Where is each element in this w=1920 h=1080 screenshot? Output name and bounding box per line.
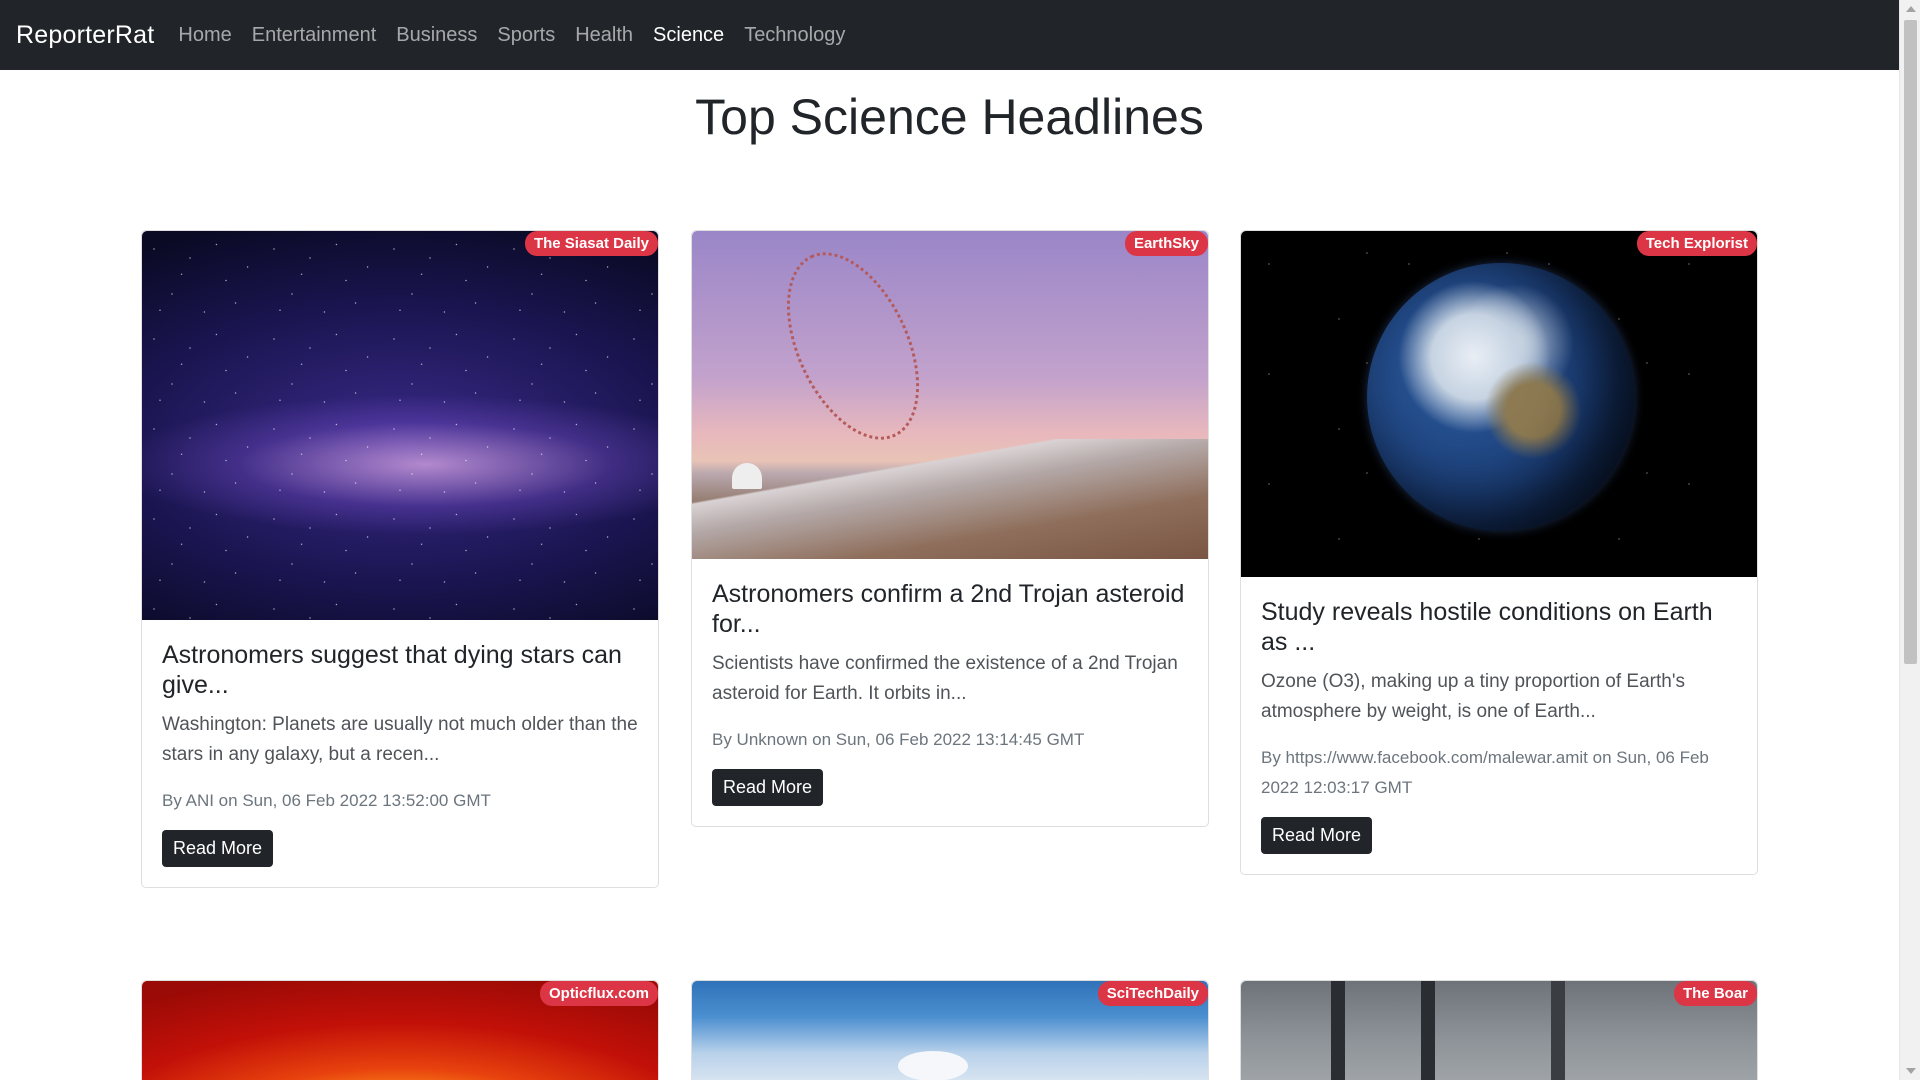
card-title: Astronomers confirm a 2nd Trojan asteroi…	[712, 580, 1185, 638]
clouds-mountain-image: SciTechDaily	[692, 981, 1208, 1080]
scroll-down-arrow-icon[interactable]	[1906, 1068, 1916, 1074]
scroll-up-arrow-icon[interactable]	[1906, 6, 1916, 12]
card-body: Astronomers suggest that dying stars can…	[142, 620, 658, 887]
news-card: The Boar	[1240, 980, 1758, 1080]
card-body: Study reveals hostile conditions on Eart…	[1241, 577, 1757, 874]
earth-globe	[1367, 263, 1635, 531]
asteroid-orbit-image: EarthSky	[692, 231, 1208, 559]
sun-image: Opticflux.com	[142, 981, 658, 1080]
source-badge: The Siasat Daily	[524, 231, 658, 256]
news-card: Tech Explorist Study reveals hostile con…	[1240, 230, 1758, 875]
nav-link-business[interactable]: Business	[386, 24, 487, 47]
card-meta: By Unknown on Sun, 06 Feb 2022 13:14:45 …	[712, 730, 1085, 749]
news-card: The Siasat Daily Astronomers suggest tha…	[141, 230, 659, 888]
card-title: Study reveals hostile conditions on Eart…	[1261, 598, 1713, 656]
read-more-button[interactable]: Read More	[1261, 817, 1373, 854]
source-badge: The Boar	[1673, 981, 1757, 1006]
news-card: Opticflux.com	[141, 980, 659, 1080]
source-badge: Tech Explorist	[1636, 231, 1757, 256]
navbar: ReporterRat Home Entertainment Business …	[0, 0, 1899, 70]
news-card: EarthSky Astronomers confirm a 2nd Troja…	[691, 230, 1209, 827]
card-meta: By ANI on Sun, 06 Feb 2022 13:52:00 GMT	[162, 791, 491, 810]
card-description: Washington: Planets are usually not much…	[162, 714, 638, 765]
read-more-button[interactable]: Read More	[162, 830, 274, 867]
brand-logo[interactable]: ReporterRat	[16, 21, 154, 50]
milky-way-image: The Siasat Daily	[142, 231, 658, 620]
observatory-dome	[732, 463, 762, 489]
news-card: SciTechDaily	[691, 980, 1209, 1080]
read-more-button[interactable]: Read More	[712, 769, 824, 806]
card-description: Scientists have confirmed the existence …	[712, 653, 1178, 704]
source-badge: SciTechDaily	[1097, 981, 1208, 1006]
nav-link-home[interactable]: Home	[168, 24, 241, 47]
scrollbar-thumb[interactable]	[1904, 20, 1917, 664]
page-title: Top Science Headlines	[695, 89, 1204, 145]
page-scrollbar[interactable]	[1899, 0, 1920, 1080]
nav-link-sports[interactable]: Sports	[487, 24, 565, 47]
nav-link-health[interactable]: Health	[565, 24, 643, 47]
card-description: Ozone (O3), making up a tiny proportion …	[1261, 671, 1685, 722]
source-badge: Opticflux.com	[539, 981, 658, 1006]
mountains	[692, 439, 1208, 559]
nav-link-entertainment[interactable]: Entertainment	[242, 24, 387, 47]
nav-link-science[interactable]: Science	[643, 24, 734, 47]
source-badge: EarthSky	[1124, 231, 1208, 256]
card-body: Astronomers confirm a 2nd Trojan asteroi…	[692, 559, 1208, 826]
office-meeting-image: The Boar	[1241, 981, 1757, 1080]
card-title: Astronomers suggest that dying stars can…	[162, 641, 622, 699]
orbit-path	[759, 231, 947, 461]
nav-link-technology[interactable]: Technology	[734, 24, 855, 47]
card-meta: By https://www.facebook.com/malewar.amit…	[1261, 748, 1709, 797]
earth-image: Tech Explorist	[1241, 231, 1757, 577]
